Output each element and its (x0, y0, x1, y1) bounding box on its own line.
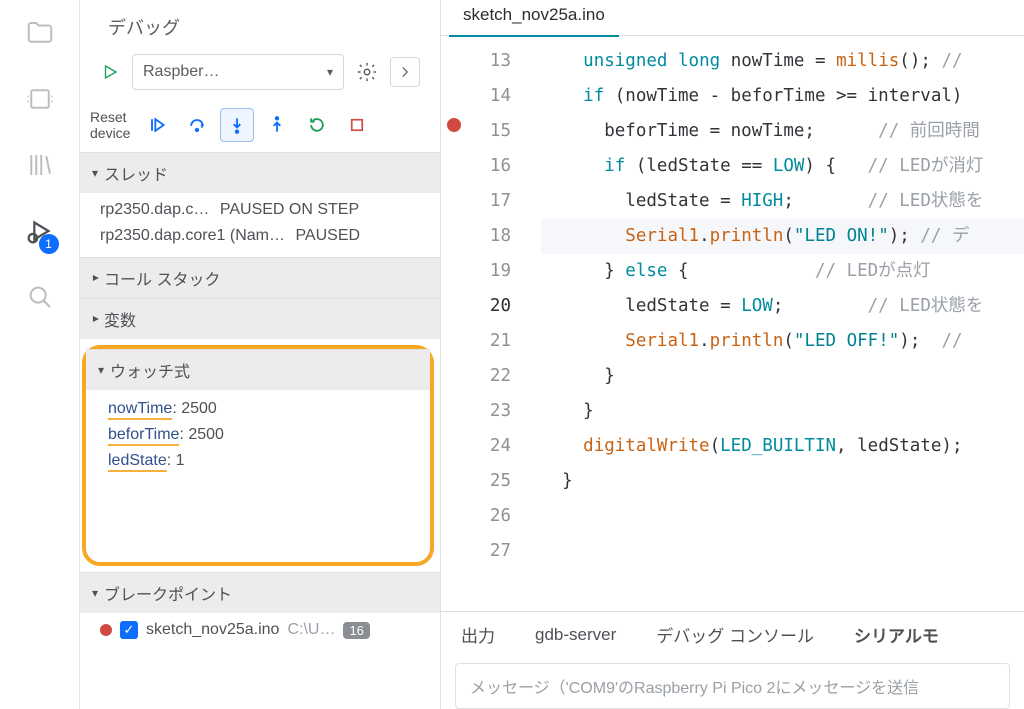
thread-status: PAUSED (295, 227, 360, 244)
watch-row[interactable]: ledState: 1 (92, 448, 424, 474)
watch-header[interactable]: ▾ ウォッチ式 (86, 349, 430, 390)
chevron-down-icon: ▾ (327, 65, 333, 79)
variables-header[interactable]: ▾変数 (80, 298, 440, 339)
code-line[interactable]: } (541, 464, 1024, 499)
step-toolbar: Reset device (80, 100, 440, 152)
folder-icon[interactable] (19, 12, 61, 54)
panel-title: デバッグ (80, 0, 440, 46)
code-line[interactable]: ledState = HIGH; // LED状態を (541, 184, 1024, 219)
chevron-down-icon: ▾ (92, 166, 98, 180)
continue-button[interactable] (140, 108, 174, 142)
code-line[interactable]: Serial1.println("LED OFF!"); // (541, 324, 1024, 359)
stop-button[interactable] (340, 108, 374, 142)
breakpoint-line-badge: 16 (343, 622, 369, 639)
thread-status: PAUSED ON STEP (220, 201, 359, 218)
search-icon[interactable] (19, 276, 61, 318)
bottom-tab[interactable]: 出力 (461, 620, 495, 649)
serial-message-input[interactable]: メッセージ（'COM9'のRaspberry Pi Pico 2にメッセージを送… (455, 663, 1010, 709)
section-label: ブレークポイント (104, 581, 232, 605)
breakpoints-header[interactable]: ▾ ブレークポイント (80, 572, 440, 613)
activity-bar: 1 (0, 0, 80, 709)
debug-icon[interactable]: 1 (19, 210, 61, 252)
debug-badge: 1 (39, 234, 59, 254)
board-manager-icon[interactable] (19, 78, 61, 120)
debug-config-select[interactable]: Raspber… ▾ (132, 54, 344, 90)
code-line[interactable]: beforTime = nowTime; // 前回時間 (541, 114, 1024, 149)
bottom-tab[interactable]: デバッグ コンソール (656, 620, 814, 649)
run-button[interactable] (96, 58, 124, 86)
more-icon[interactable] (390, 57, 420, 87)
threads-body: rp2350.dap.c… PAUSED ON STEPrp2350.dap.c… (80, 193, 440, 257)
watch-row[interactable]: beforTime: 2500 (92, 422, 424, 448)
watch-highlight: ▾ウォッチ式 nowTime: 2500beforTime: 2500ledSt… (82, 345, 434, 566)
thread-row[interactable]: rp2350.dap.c… PAUSED ON STEP (84, 197, 440, 223)
watch-value: 2500 (188, 426, 224, 443)
breakpoint-file: sketch_nov25a.ino (146, 621, 279, 639)
watch-value: 1 (176, 452, 185, 469)
callstack-header[interactable]: ▾コール スタック (80, 257, 440, 298)
section-label: 変数 (104, 307, 136, 331)
code-line[interactable]: } (541, 394, 1024, 429)
watch-name: nowTime (108, 400, 172, 420)
bottom-tabs: 出力 gdb-server デバッグ コンソール シリアルモ (441, 611, 1024, 657)
chevron-right-icon: ▾ (88, 316, 102, 322)
section-label: ウォッチ式 (110, 358, 190, 382)
editor-area: sketch_nov25a.ino 1314151617181920212223… (440, 0, 1024, 709)
code-line[interactable]: Serial1.println("LED ON!"); // デ (541, 219, 1024, 254)
code-editor[interactable]: 131415161718192021222324252627 unsigned … (441, 36, 1024, 611)
thread-row[interactable]: rp2350.dap.core1 (Nam… PAUSED (84, 223, 440, 249)
chevron-right-icon: ▾ (88, 275, 102, 281)
library-manager-icon[interactable] (19, 144, 61, 186)
breakpoint-row[interactable]: ✓ sketch_nov25a.ino C:\U… 16 (84, 617, 440, 643)
breakpoint-gutter[interactable] (441, 36, 467, 611)
code-line[interactable]: } else { // LEDが点灯 (541, 254, 1024, 289)
watch-body: nowTime: 2500beforTime: 2500ledState: 1 (92, 396, 424, 474)
gear-icon[interactable] (352, 57, 382, 87)
restart-button[interactable] (300, 108, 334, 142)
code-line[interactable]: ledState = LOW; // LED状態を (541, 289, 1024, 324)
watch-value: 2500 (181, 400, 217, 417)
debug-toolbar: Raspber… ▾ (80, 46, 440, 100)
code-line[interactable]: if (nowTime - beforTime >= interval) (541, 79, 1024, 114)
code-line[interactable]: } (541, 359, 1024, 394)
code-line[interactable]: digitalWrite(LED_BUILTIN, ledState); (541, 429, 1024, 464)
step-into-button[interactable] (220, 108, 254, 142)
bottom-tab[interactable]: シリアルモ (854, 620, 939, 649)
watch-name: beforTime (108, 426, 179, 446)
watch-name: ledState (108, 452, 167, 472)
step-over-button[interactable] (180, 108, 214, 142)
line-number-gutter: 131415161718192021222324252627 (467, 36, 523, 611)
breakpoints-body: ✓ sketch_nov25a.ino C:\U… 16 (80, 613, 440, 651)
bottom-tab[interactable]: gdb-server (535, 623, 616, 647)
debug-panel: デバッグ Raspber… ▾ Reset device ▾ スレッド rp235… (80, 0, 440, 709)
code-line[interactable]: if (ledState == LOW) { // LEDが消灯 (541, 149, 1024, 184)
breakpoint-dot-icon (100, 624, 112, 636)
code-line[interactable]: unsigned long nowTime = millis(); // (541, 44, 1024, 79)
breakpoint-path: C:\U… (287, 621, 335, 639)
reset-device-label: Reset device (90, 109, 134, 141)
editor-tabs: sketch_nov25a.ino (441, 0, 1024, 36)
chevron-down-icon: ▾ (92, 586, 98, 600)
editor-tab[interactable]: sketch_nov25a.ino (449, 0, 619, 37)
threads-header[interactable]: ▾ スレッド (80, 152, 440, 193)
breakpoint-checkbox[interactable]: ✓ (120, 621, 138, 639)
watch-row[interactable]: nowTime: 2500 (92, 396, 424, 422)
code-lines[interactable]: unsigned long nowTime = millis(); // if … (523, 36, 1024, 611)
section-label: コール スタック (104, 266, 220, 290)
section-label: スレッド (104, 161, 168, 185)
chevron-down-icon: ▾ (98, 363, 104, 377)
step-out-button[interactable] (260, 108, 294, 142)
config-selected-label: Raspber… (143, 63, 219, 81)
